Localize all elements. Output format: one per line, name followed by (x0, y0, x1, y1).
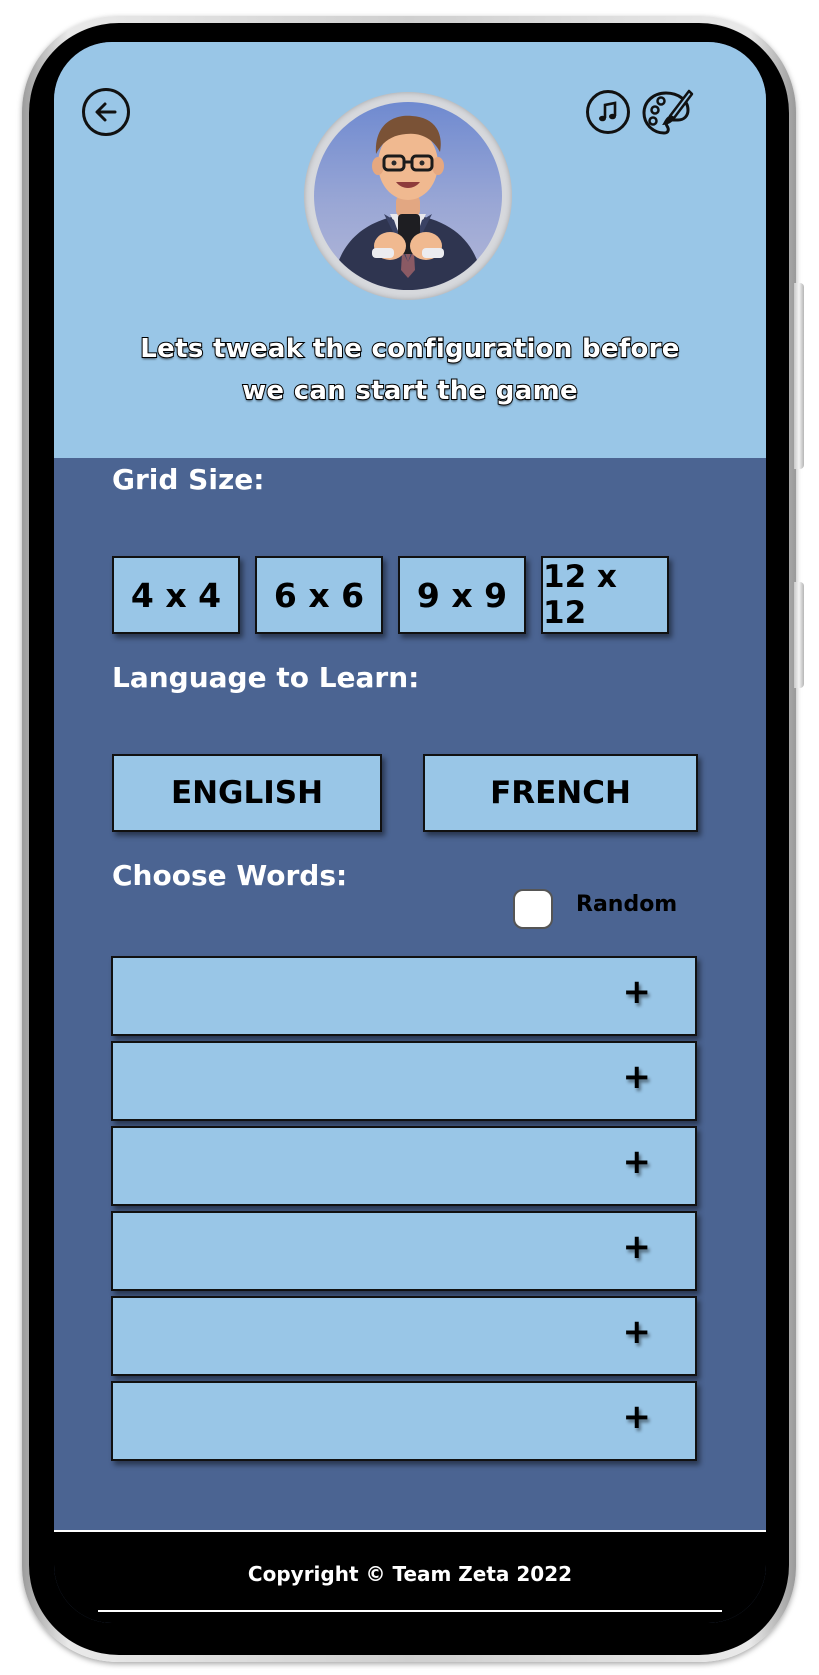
intro-line-2: we can start the game (241, 375, 578, 407)
word-row[interactable]: + (111, 956, 697, 1036)
intro-line-1: Lets tweak the configuration before (139, 333, 680, 365)
grid-size-label: Grid Size: (112, 463, 265, 496)
palette-icon (642, 89, 694, 135)
add-word-icon[interactable]: + (623, 1397, 652, 1437)
music-toggle-button[interactable] (586, 90, 630, 134)
add-word-icon[interactable]: + (623, 1142, 652, 1182)
grid-option-4x4[interactable]: 4 x 4 (112, 556, 240, 634)
app-screen: Lets tweak the configuration before we c… (54, 42, 766, 1623)
avatar (314, 102, 502, 290)
language-label: Language to Learn: (112, 661, 420, 694)
language-option-french[interactable]: FRENCH (423, 754, 698, 832)
add-word-icon[interactable]: + (623, 1057, 652, 1097)
word-row[interactable]: + (111, 1381, 697, 1461)
arrow-left-icon (95, 102, 117, 122)
footer: Copyright © Team Zeta 2022 (54, 1530, 766, 1623)
word-row[interactable]: + (111, 1211, 697, 1291)
grid-option-12x12[interactable]: 12 x 12 (541, 556, 669, 634)
word-row[interactable]: + (111, 1296, 697, 1376)
random-checkbox[interactable] (513, 889, 553, 929)
random-label: Random (576, 892, 678, 917)
copyright-text: Copyright © Team Zeta 2022 (247, 1562, 573, 1586)
grid-option-9x9[interactable]: 9 x 9 (398, 556, 526, 634)
theme-button[interactable] (640, 86, 694, 140)
word-row[interactable]: + (111, 1041, 697, 1121)
add-word-icon[interactable]: + (623, 1312, 652, 1352)
header: Lets tweak the configuration before we c… (54, 42, 766, 458)
back-button[interactable] (82, 88, 130, 136)
choose-words-label: Choose Words: (112, 859, 348, 892)
phone-volume-button (794, 283, 804, 469)
intro-text: Lets tweak the configuration before we c… (114, 328, 706, 412)
add-word-icon[interactable]: + (623, 1227, 652, 1267)
word-row[interactable]: + (111, 1126, 697, 1206)
language-option-english[interactable]: ENGLISH (112, 754, 382, 832)
avatar-character-icon (332, 115, 484, 290)
avatar-frame (304, 92, 512, 300)
add-word-icon[interactable]: + (623, 972, 652, 1012)
music-note-icon (599, 101, 617, 122)
grid-option-6x6[interactable]: 6 x 6 (255, 556, 383, 634)
home-indicator (98, 1610, 722, 1612)
phone-power-button (794, 582, 804, 688)
